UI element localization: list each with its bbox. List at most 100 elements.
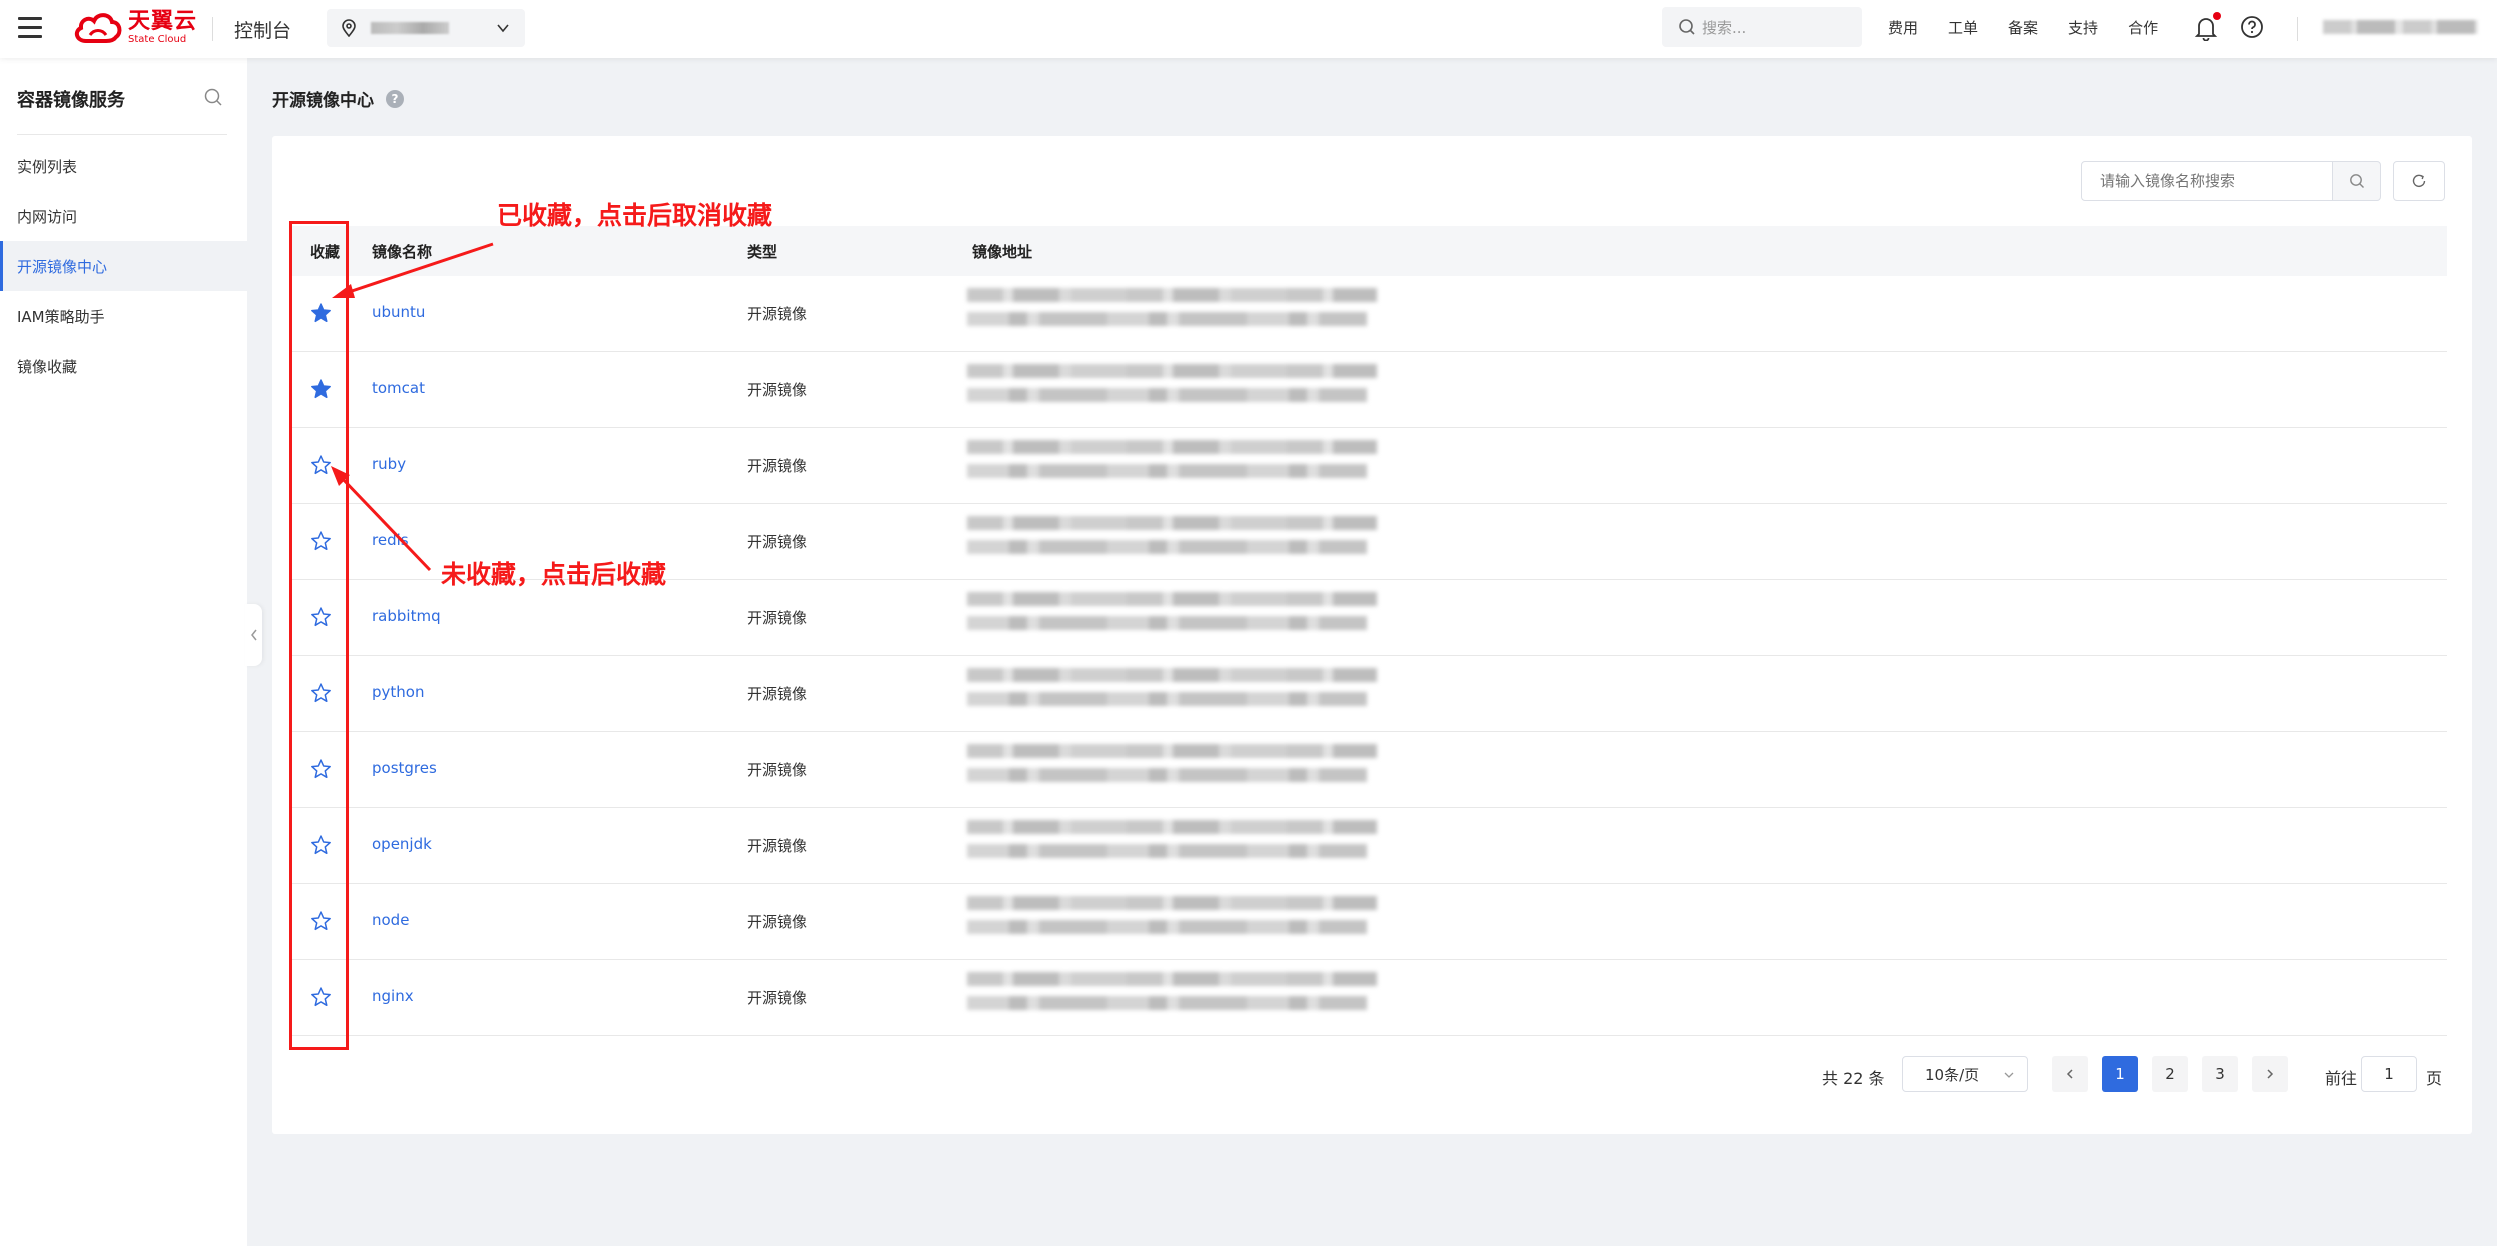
goto-label: 前往 <box>2325 1069 2358 1088</box>
chevron-down-icon <box>2004 1072 2014 1078</box>
top-link-ticket[interactable]: 工单 <box>1948 17 1978 38</box>
image-type: 开源镜像 <box>747 305 808 323</box>
divider <box>212 17 213 41</box>
goto-page-input[interactable] <box>2361 1056 2417 1092</box>
table-row: openjdk 开源镜像 <box>292 808 2447 884</box>
divider <box>2297 17 2298 41</box>
image-type: 开源镜像 <box>747 989 808 1007</box>
sidebar: 容器镜像服务 实例列表 内网访问 开源镜像中心 IAM策略助手 镜像收藏 <box>0 58 247 1246</box>
image-name-link[interactable]: postgres <box>372 759 437 777</box>
search-button[interactable] <box>2332 161 2381 201</box>
image-type: 开源镜像 <box>747 913 808 931</box>
goto-unit: 页 <box>2426 1069 2443 1088</box>
menu-icon[interactable] <box>18 17 42 39</box>
star-outline-icon[interactable] <box>310 454 332 476</box>
logo[interactable]: 天翼云 State Cloud <box>72 11 197 45</box>
image-address-redacted <box>967 440 1387 490</box>
page-title-text: 开源镜像中心 <box>272 91 374 111</box>
star-filled-icon[interactable] <box>310 378 332 400</box>
image-address-redacted <box>967 972 1387 1022</box>
image-name-link[interactable]: ubuntu <box>372 303 425 321</box>
star-outline-icon[interactable] <box>310 910 332 932</box>
page-button-3[interactable]: 3 <box>2202 1056 2238 1092</box>
console-title[interactable]: 控制台 <box>234 16 291 43</box>
search-icon[interactable] <box>203 87 223 107</box>
search-icon <box>2349 174 2364 188</box>
sidebar-item-instances[interactable]: 实例列表 <box>0 141 247 191</box>
page-button-1[interactable]: 1 <box>2102 1056 2138 1092</box>
sidebar-item-open-source-images[interactable]: 开源镜像中心 <box>0 241 247 291</box>
image-type: 开源镜像 <box>747 381 808 399</box>
page-size-value: 10条/页 <box>1925 1065 1980 1084</box>
next-page-button[interactable] <box>2252 1056 2288 1092</box>
star-outline-icon[interactable] <box>310 606 332 628</box>
refresh-button[interactable] <box>2393 161 2445 201</box>
image-name-link[interactable]: openjdk <box>372 835 432 853</box>
annotation-not-favorited: 未收藏，点击后收藏 <box>441 560 667 589</box>
image-name-link[interactable]: ruby <box>372 455 406 473</box>
table-row: rabbitmq 开源镜像 <box>292 580 2447 656</box>
chevron-left-icon <box>2066 1069 2073 1079</box>
image-search-input[interactable] <box>2081 161 2333 201</box>
image-name-link[interactable]: python <box>372 683 424 701</box>
sidebar-item-label: 镜像收藏 <box>17 357 78 376</box>
table-row: node 开源镜像 <box>292 884 2447 960</box>
image-name-link[interactable]: rabbitmq <box>372 607 441 625</box>
top-bar: 天翼云 State Cloud 控制台 搜索... 费用 工单 备案 支持 合作 <box>0 0 2497 58</box>
refresh-icon <box>2412 174 2426 187</box>
star-outline-icon[interactable] <box>310 834 332 856</box>
image-name-link[interactable]: nginx <box>372 987 414 1005</box>
column-header-name: 镜像名称 <box>372 242 433 261</box>
pagination-total: 共 22 条 <box>1822 1069 1885 1088</box>
prev-page-button[interactable] <box>2052 1056 2088 1092</box>
sidebar-collapse-button[interactable] <box>245 604 262 666</box>
page-button-2[interactable]: 2 <box>2152 1056 2188 1092</box>
global-search-placeholder: 搜索... <box>1702 18 1747 37</box>
star-outline-icon[interactable] <box>310 758 332 780</box>
user-account-redacted[interactable] <box>2323 20 2478 34</box>
divider <box>17 134 227 135</box>
image-address-redacted <box>967 668 1387 718</box>
search-icon <box>1679 19 1695 35</box>
global-search[interactable]: 搜索... <box>1662 7 1862 47</box>
star-outline-icon[interactable] <box>310 682 332 704</box>
help-icon[interactable] <box>2240 15 2264 39</box>
sidebar-item-label: IAM策略助手 <box>17 307 105 326</box>
image-type: 开源镜像 <box>747 533 808 551</box>
sidebar-item-iam-helper[interactable]: IAM策略助手 <box>0 291 247 341</box>
sidebar-item-label: 内网访问 <box>17 207 78 226</box>
chevron-left-icon <box>250 629 257 641</box>
image-type: 开源镜像 <box>747 457 808 475</box>
column-header-type: 类型 <box>747 242 778 261</box>
top-link-support[interactable]: 支持 <box>2068 17 2098 38</box>
image-type: 开源镜像 <box>747 761 808 779</box>
star-outline-icon[interactable] <box>310 986 332 1008</box>
sidebar-title: 容器镜像服务 <box>17 90 125 111</box>
sidebar-item-image-favorites[interactable]: 镜像收藏 <box>0 341 247 391</box>
table-row: ubuntu 开源镜像 <box>292 276 2447 352</box>
star-filled-icon[interactable] <box>310 302 332 324</box>
sidebar-item-intranet[interactable]: 内网访问 <box>0 191 247 241</box>
table-header: 收藏 镜像名称 类型 镜像地址 <box>292 226 2447 276</box>
image-address-redacted <box>967 516 1387 566</box>
image-address-redacted <box>967 364 1387 414</box>
sidebar-item-label: 实例列表 <box>17 157 78 176</box>
pagination: 共 22 条 10条/页 1 2 3 前往 页 <box>272 1056 2472 1094</box>
help-icon[interactable]: ? <box>386 89 404 108</box>
image-name-link[interactable]: node <box>372 911 409 929</box>
image-name-link[interactable]: tomcat <box>372 379 425 397</box>
image-type: 开源镜像 <box>747 609 808 627</box>
sidebar-item-label: 开源镜像中心 <box>17 257 108 276</box>
image-address-redacted <box>967 288 1387 338</box>
location-pin-icon <box>342 19 356 37</box>
image-name-link[interactable]: redis <box>372 531 409 549</box>
table-row: tomcat 开源镜像 <box>292 352 2447 428</box>
region-select[interactable] <box>327 9 525 47</box>
top-link-partner[interactable]: 合作 <box>2128 17 2158 38</box>
star-outline-icon[interactable] <box>310 530 332 552</box>
table-row: ruby 开源镜像 <box>292 428 2447 504</box>
top-link-billing[interactable]: 费用 <box>1888 17 1918 38</box>
image-address-redacted <box>967 744 1387 794</box>
page-size-select[interactable]: 10条/页 <box>1902 1056 2028 1092</box>
top-link-filing[interactable]: 备案 <box>2008 17 2038 38</box>
